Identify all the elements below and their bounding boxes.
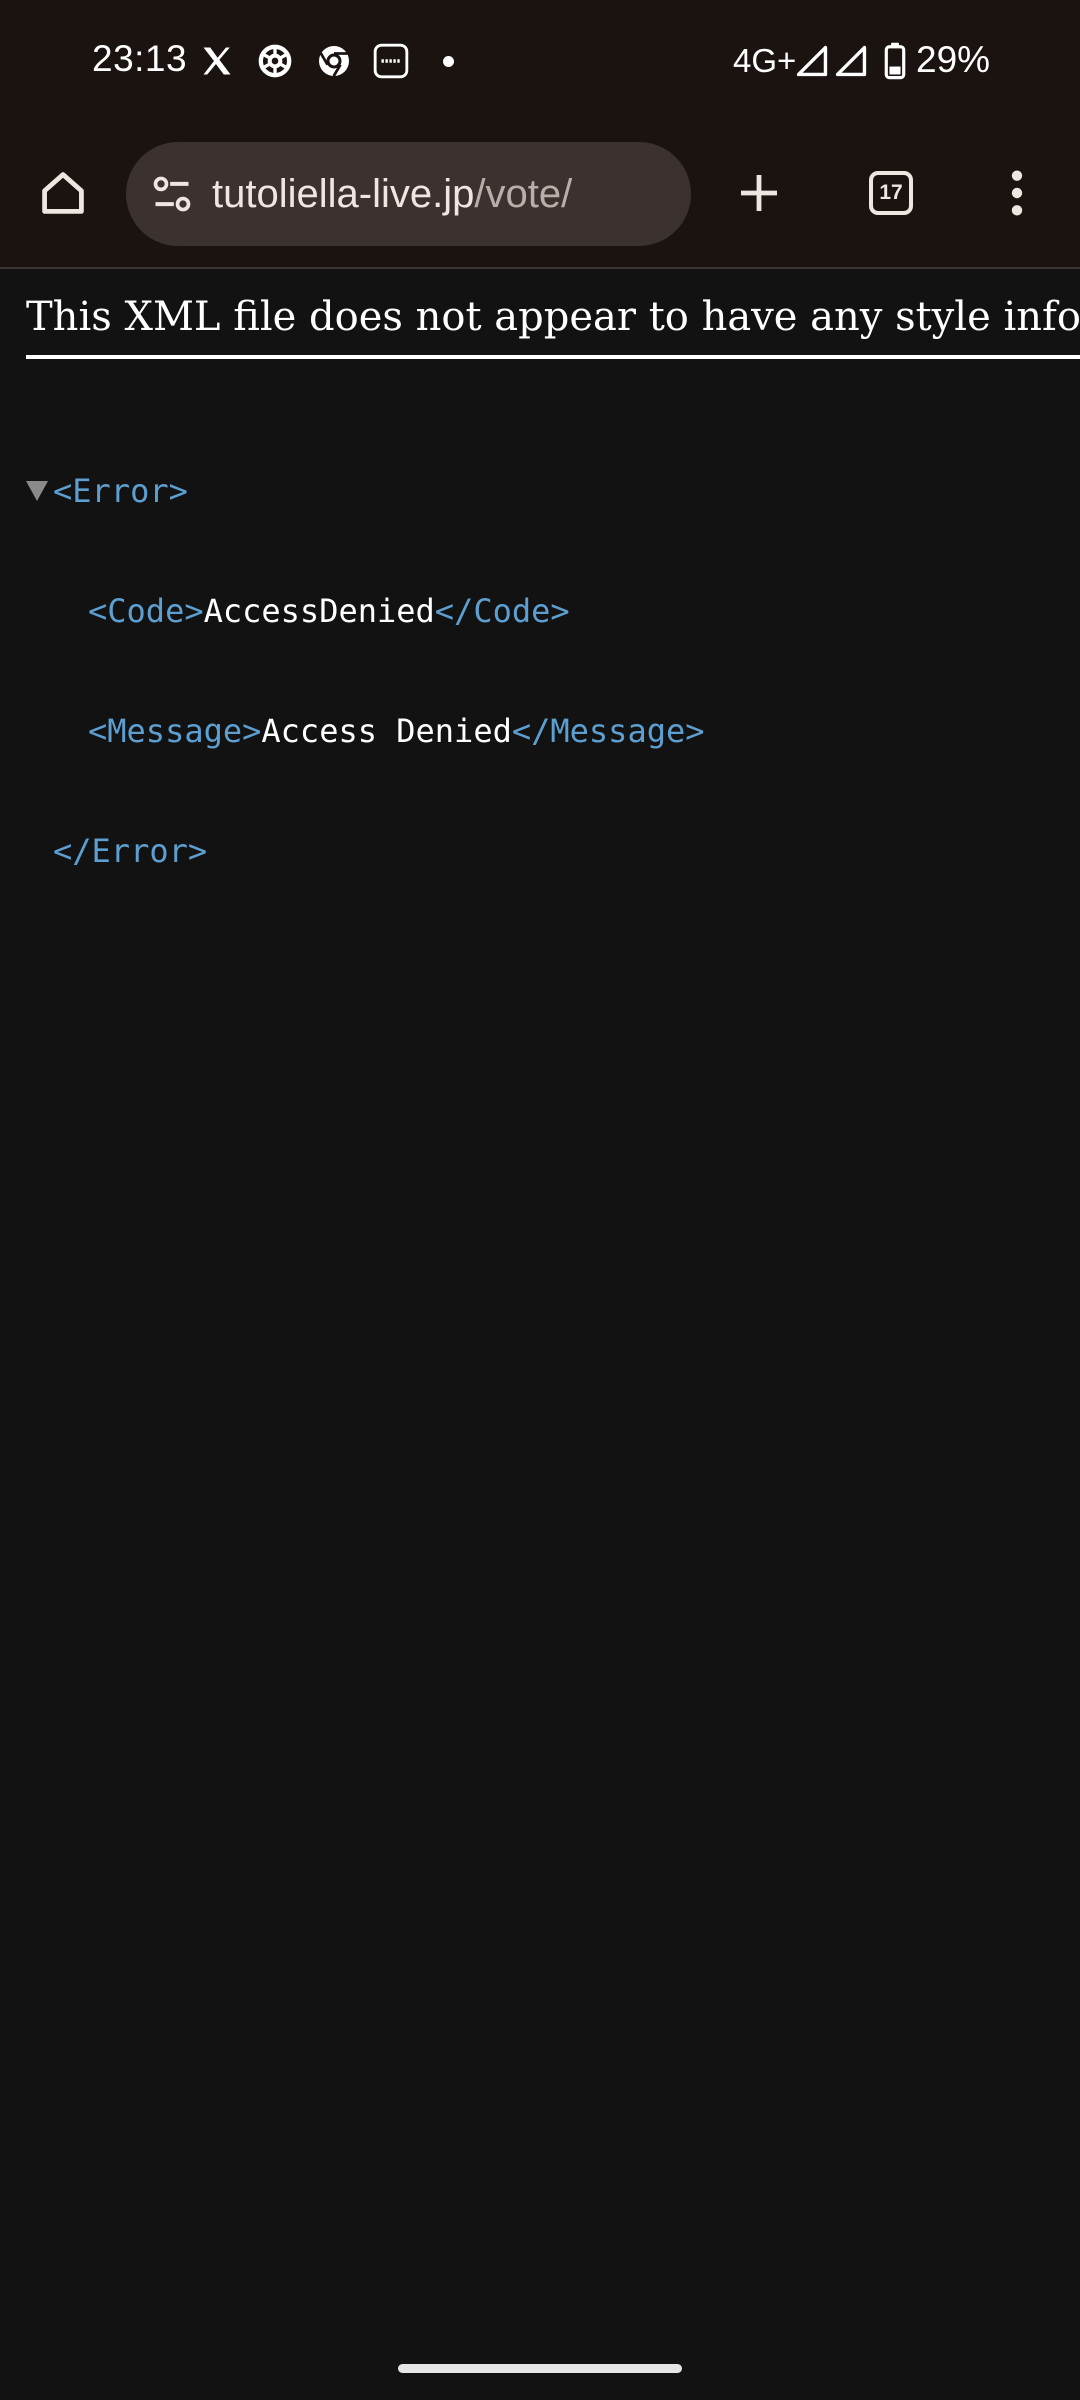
xml-code-value: AccessDenied [203, 592, 435, 630]
xml-tag: </Error> [53, 832, 208, 870]
xml-code-line: <Code>AccessDenied</Code> [26, 591, 705, 631]
home-icon [42, 172, 84, 214]
url-text: tutoliella-live.jp/vote/ [212, 170, 572, 218]
xml-tag: <Message> [88, 712, 262, 750]
new-tab-button[interactable] [711, 140, 807, 246]
xml-tree: <Error> <Code>AccessDenied</Code> <Messa… [26, 391, 705, 951]
notice-divider [26, 355, 1080, 359]
site-info-button[interactable] [146, 168, 198, 220]
browser-toolbar: tutoliella-live.jp/vote/ 17 [0, 140, 1080, 246]
menu-button[interactable] [969, 140, 1065, 246]
wester-app-icon [371, 41, 411, 81]
url-path: /vote/ [474, 172, 573, 216]
more-notifications-dot-icon [443, 56, 454, 67]
xml-tag: <Code> [88, 592, 204, 630]
xml-tag: </Message> [511, 712, 705, 750]
network-type: 4G+ [733, 42, 797, 79]
collapse-toggle-icon[interactable] [26, 481, 48, 501]
tab-switcher-button[interactable]: 17 [843, 140, 939, 246]
xml-style-notice: This XML file does not appear to have an… [26, 294, 1080, 340]
status-bar: 23:13 4G+ 29% [0, 0, 1080, 125]
address-bar[interactable]: tutoliella-live.jp/vote/ [126, 142, 691, 246]
xml-message-value: Access Denied [261, 712, 512, 750]
battery-icon [875, 41, 915, 81]
xml-error-open-line: <Error> [26, 471, 705, 511]
url-domain: tutoliella-live.jp [212, 172, 475, 216]
x-icon [197, 41, 237, 81]
tune-icon [153, 176, 191, 212]
chrome-icon [314, 41, 354, 81]
home-button[interactable] [15, 140, 111, 246]
more-vert-icon [1011, 170, 1023, 216]
battery-percent: 29% [916, 39, 991, 80]
xml-tag: </Code> [434, 592, 570, 630]
page-content: This XML file does not appear to have an… [0, 271, 1080, 2400]
signal-icon [792, 41, 832, 81]
browser-chrome: 23:13 4G+ 29% tutoliella-live.jp/vote/ 1… [0, 0, 1080, 269]
xml-message-line: <Message>Access Denied</Message> [26, 711, 705, 751]
status-time: 23:13 [92, 38, 188, 79]
xml-error-close-line: </Error> [26, 831, 705, 871]
gesture-nav-handle[interactable] [398, 2364, 682, 2373]
xml-tag: <Error> [53, 472, 188, 510]
tab-count: 17 [869, 171, 913, 215]
plus-icon [741, 175, 777, 211]
chatgpt-icon [255, 41, 295, 81]
signal-icon [831, 41, 871, 81]
